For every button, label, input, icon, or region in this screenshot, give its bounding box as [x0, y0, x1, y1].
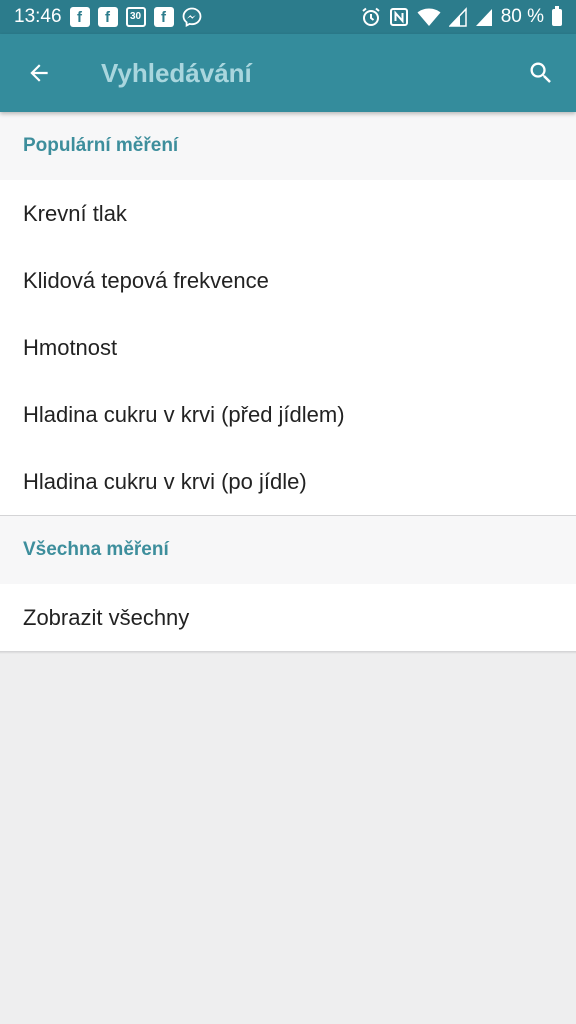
list-item-blood-sugar-before-meal[interactable]: Hladina cukru v krvi (před jídlem)	[0, 381, 576, 448]
battery-icon	[552, 5, 562, 26]
back-button[interactable]	[20, 54, 58, 92]
list-item-blood-pressure[interactable]: Krevní tlak	[0, 180, 576, 247]
calendar-icon: 30	[125, 7, 146, 27]
messenger-icon	[182, 7, 202, 27]
app-bar: Vyhledávání	[0, 34, 576, 112]
facebook-icon: f	[97, 7, 118, 27]
popular-list: Krevní tlak Klidová tepová frekvence Hmo…	[0, 180, 576, 515]
list-item-weight[interactable]: Hmotnost	[0, 314, 576, 381]
signal-icon	[475, 7, 493, 27]
section-header-popular: Populární měření	[0, 112, 576, 180]
list-item-show-all[interactable]: Zobrazit všechny	[0, 584, 576, 651]
search-button[interactable]	[522, 54, 560, 92]
wifi-icon	[417, 7, 441, 27]
alarm-icon	[361, 7, 381, 27]
section-header-all: Všechna měření	[0, 516, 576, 584]
list-bottom-shadow	[0, 651, 576, 654]
facebook-icon: f	[69, 7, 90, 27]
all-list: Zobrazit všechny	[0, 584, 576, 651]
facebook-icon: f	[153, 7, 174, 27]
status-bar: 13:46 f f 30 f 80 %	[0, 0, 576, 34]
status-time: 13:46	[14, 6, 62, 27]
list-item-resting-heart-rate[interactable]: Klidová tepová frekvence	[0, 247, 576, 314]
search-icon	[530, 62, 551, 83]
signal-icon	[448, 7, 467, 27]
arrow-left-icon	[30, 64, 48, 82]
battery-percentage: 80 %	[500, 6, 544, 27]
page-title: Vyhledávání	[101, 58, 252, 88]
nfc-icon	[389, 7, 409, 27]
content: Populární měření Krevní tlak Klidová tep…	[0, 112, 576, 654]
list-item-blood-sugar-after-meal[interactable]: Hladina cukru v krvi (po jídle)	[0, 448, 576, 515]
status-left: 13:46 f f 30 f	[14, 6, 202, 28]
status-right: 80 %	[361, 5, 562, 28]
